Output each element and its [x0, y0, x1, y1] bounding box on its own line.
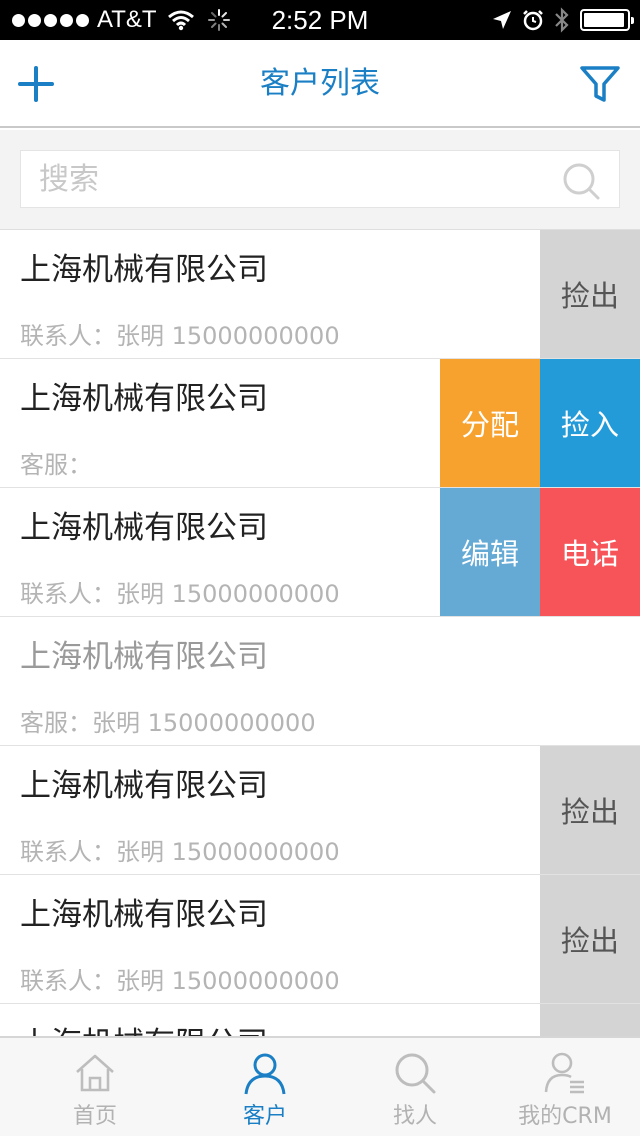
battery-icon: [580, 9, 634, 31]
customer-list: 上海机械有限公司 联系人：张明 15000000000 捡出 上海机械有限公司 客服：分…: [0, 230, 640, 1036]
location-arrow-icon: [493, 11, 511, 29]
tab-label: 找人: [392, 1104, 437, 1129]
customer-row[interactable]: 上海机械有限公司: [0, 1004, 640, 1036]
customer-contact: 联系人：张明 15000000000: [20, 838, 340, 866]
bluetooth-icon: [555, 7, 569, 33]
customer-row[interactable]: 上海机械有限公司联系人：张明 15000000000 编辑 电话: [0, 488, 640, 617]
customer-name: 上海机械有限公司: [20, 252, 268, 288]
tab-label: 我的CRM: [518, 1104, 612, 1129]
customer-contact: 联系人：张明 15000000000: [20, 580, 340, 608]
page-title: 客户列表: [260, 66, 380, 101]
customer-name: 上海机械有限公司: [20, 768, 268, 804]
customer-contact: 联系人：张明 15000000000: [20, 322, 340, 350]
swipe-action-button[interactable]: 捡出: [540, 875, 640, 1003]
swipe-action-button[interactable]: 电话: [540, 488, 640, 616]
search-section: [0, 130, 640, 230]
customer-name: 上海机械有限公司: [20, 381, 268, 417]
person-icon: [244, 1053, 286, 1095]
customer-name: 上海机械有限公司: [20, 1018, 268, 1036]
tab-find-people[interactable]: 找人: [340, 1038, 490, 1136]
user-list-icon: [544, 1052, 584, 1094]
nav-bar: 客户列表: [0, 40, 640, 128]
home-icon: [76, 1054, 114, 1092]
tab-label: 首页: [72, 1104, 117, 1129]
funnel-icon[interactable]: [578, 62, 622, 106]
swipe-action-button[interactable]: 捡出: [540, 746, 640, 874]
tab-customers[interactable]: 客户: [190, 1038, 340, 1136]
alarm-clock-icon: [523, 10, 543, 31]
customer-contact: 联系人：张明 15000000000: [20, 967, 340, 995]
tab-home[interactable]: 首页: [0, 1038, 190, 1136]
search-box: [20, 150, 620, 208]
customer-contact: 客服：: [20, 451, 92, 479]
customer-row[interactable]: 上海机械有限公司联系人：张明 15000000000 捡出: [0, 230, 640, 359]
customer-row[interactable]: 上海机械有限公司联系人：张明 15000000000 捡出: [0, 746, 640, 875]
status-bar: AT&T 2:52 PM: [0, 0, 640, 40]
customer-row[interactable]: 上海机械有限公司客服： 分配 捡入: [0, 359, 640, 488]
customer-name: 上海机械有限公司: [20, 510, 268, 546]
tab-my-crm[interactable]: 我的CRM: [490, 1038, 640, 1136]
customer-row[interactable]: 上海机械有限公司联系人：张明 15000000000 捡出: [0, 875, 640, 1004]
swipe-action-button[interactable]: 捡入: [540, 359, 640, 487]
tab-label: 客户: [242, 1104, 287, 1129]
customer-name: 上海机械有限公司: [20, 897, 268, 933]
swipe-action-button[interactable]: 捡出: [540, 230, 640, 358]
swipe-action-button[interactable]: 分配: [440, 359, 540, 487]
customer-contact: 客服：张明 15000000000: [20, 709, 316, 737]
customer-name: 上海机械有限公司: [20, 639, 268, 675]
swipe-action-button[interactable]: [540, 1004, 640, 1036]
battery-level: [584, 13, 624, 27]
search-icon: [395, 1053, 436, 1094]
status-bar-right: [492, 0, 634, 40]
swipe-action-button[interactable]: 编辑: [440, 488, 540, 616]
search-input[interactable]: [39, 151, 559, 207]
customer-row[interactable]: 上海机械有限公司客服：张明 15000000000: [0, 617, 640, 746]
search-icon[interactable]: [561, 161, 601, 201]
tab-bar: 首页 客户 找人 我的CRM: [0, 1036, 640, 1136]
